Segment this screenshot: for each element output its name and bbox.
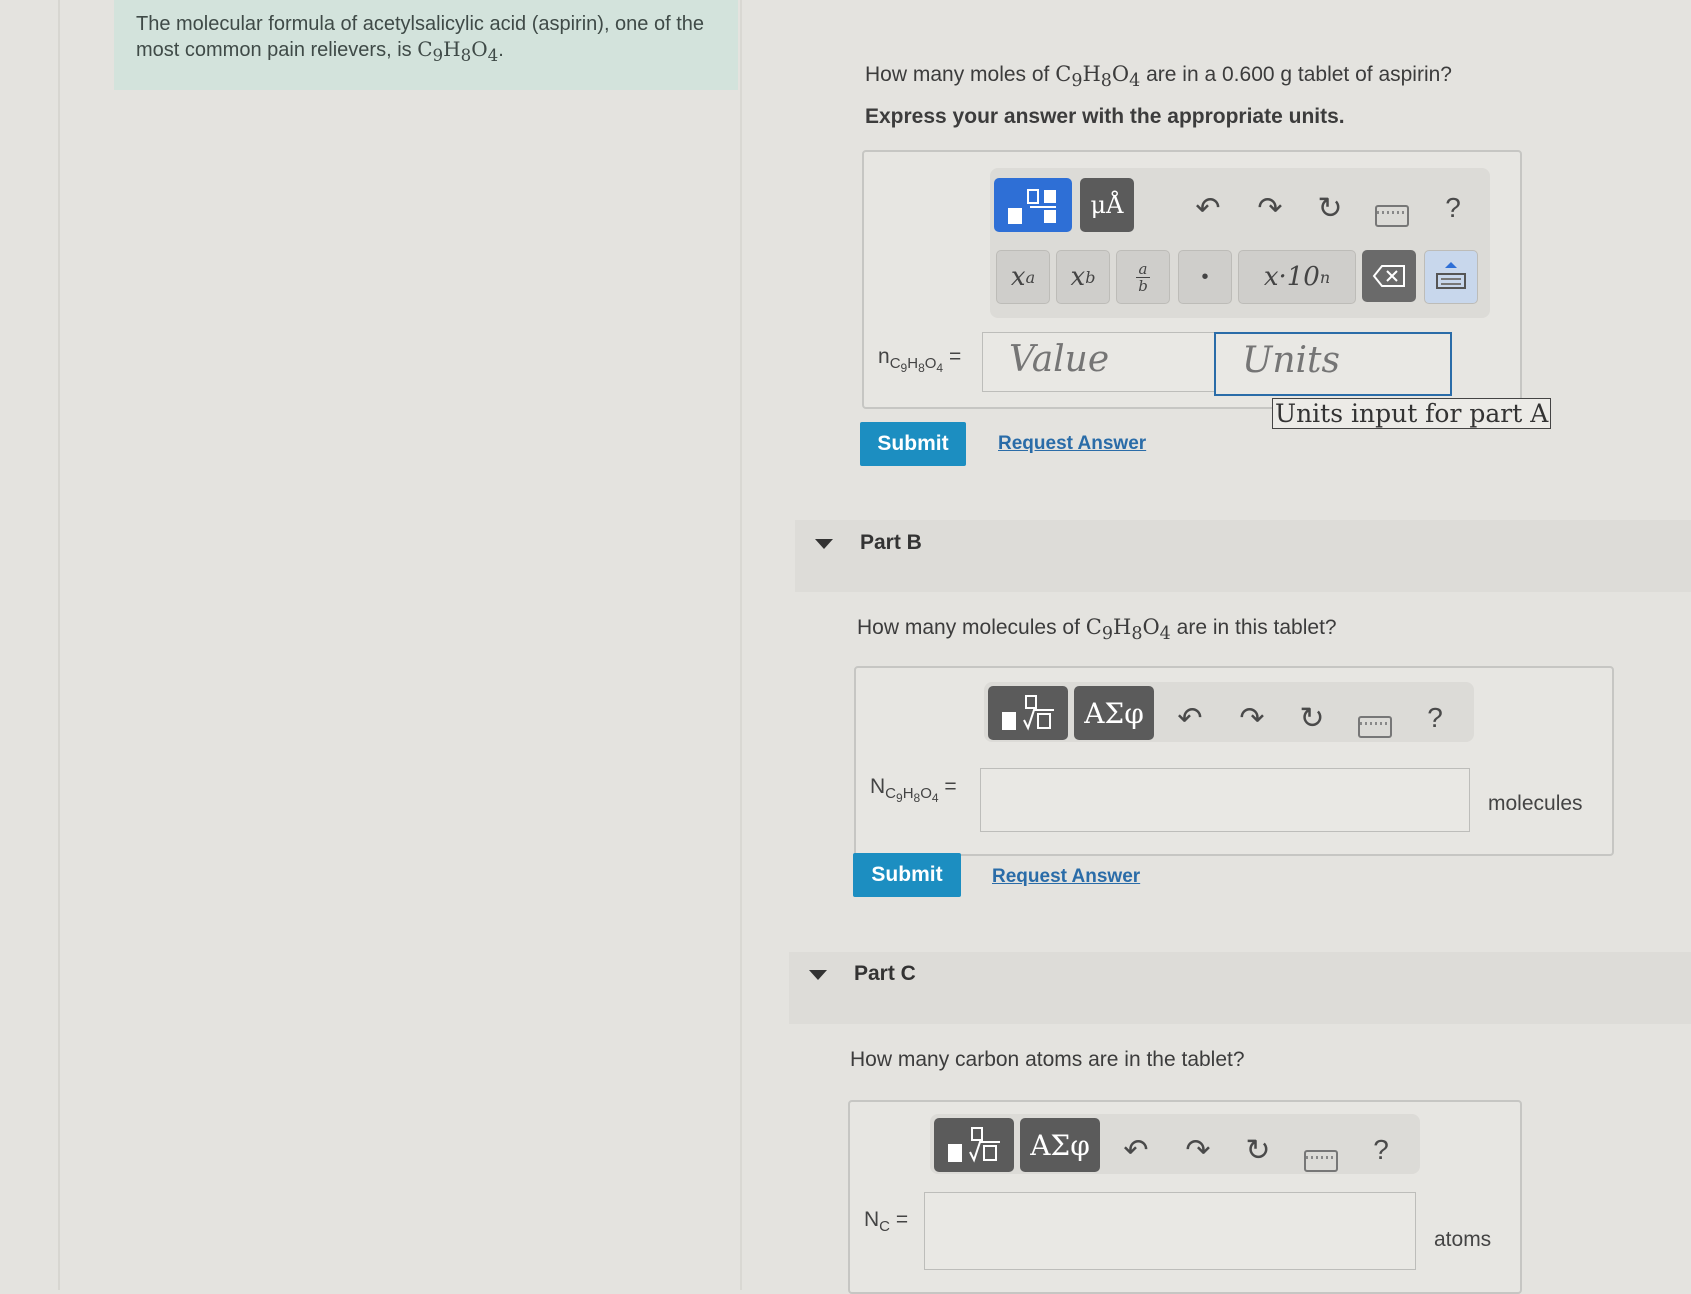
part-b-unit-label: molecules <box>1488 792 1583 815</box>
superscript-button[interactable]: xa <box>996 250 1050 304</box>
part-b-collapse-caret[interactable] <box>815 539 833 549</box>
part-c-redo-icon[interactable]: ↷ <box>1180 1132 1216 1168</box>
scientific-notation-button[interactable]: x·10 n <box>1238 250 1356 304</box>
part-c-unit-label: atoms <box>1434 1228 1492 1251</box>
undo-icon[interactable]: ↶ <box>1190 190 1226 226</box>
part-a-question: How many moles of C9H8O4 are in a 0.600 … <box>865 62 1452 91</box>
part-a-question-post: are in a 0.600 g tablet of aspirin? <box>1140 63 1452 86</box>
value-placeholder: Value <box>1009 339 1110 380</box>
units-button-label: μÅ <box>1090 191 1124 219</box>
part-b-formula: C9H8O4 <box>1085 615 1171 645</box>
part-b-submit-button[interactable]: Submit <box>853 853 961 897</box>
part-b-request-answer-link[interactable]: Request Answer <box>992 866 1140 888</box>
part-a-submit-button[interactable]: Submit <box>860 422 966 466</box>
units-button[interactable]: μÅ <box>1080 178 1134 232</box>
part-c-help-label: ? <box>1373 1134 1389 1165</box>
units-tooltip: Units input for part A <box>1272 398 1552 429</box>
units-placeholder: Units <box>1242 340 1340 381</box>
part-b-question-pre: How many molecules of <box>857 616 1086 639</box>
redo-icon[interactable]: ↷ <box>1252 190 1288 226</box>
part-a-question-pre: How many moles of <box>865 63 1056 86</box>
intro-period: . <box>498 39 504 61</box>
intro-formula: C9H8O4 <box>417 37 499 65</box>
part-c-undo-icon[interactable]: ↶ <box>1118 1132 1154 1168</box>
part-b-redo-icon[interactable]: ↷ <box>1234 700 1270 736</box>
part-a-formula: C9H8O4 <box>1055 62 1141 92</box>
subscript-button[interactable]: xb <box>1056 250 1110 304</box>
part-b-reset-icon[interactable]: ↻ <box>1294 700 1330 736</box>
help-label: ? <box>1445 192 1461 223</box>
help-icon[interactable]: ? <box>1438 190 1468 226</box>
part-c-templates-button[interactable] <box>934 1118 1014 1172</box>
part-b-help-label: ? <box>1427 702 1443 733</box>
keyboard-icon[interactable] <box>1375 205 1409 227</box>
templates-button[interactable] <box>994 178 1072 232</box>
math-templates-icon <box>1002 695 1054 731</box>
dot-button[interactable]: • <box>1178 250 1232 304</box>
part-c-question: How many carbon atoms are in the tablet? <box>850 1048 1245 1071</box>
part-b-help-icon[interactable]: ? <box>1420 700 1450 736</box>
part-a-instruction: Express your answer with the appropriate… <box>865 105 1345 128</box>
part-b-greek-button[interactable]: ΑΣφ <box>1074 686 1154 740</box>
units-input[interactable]: Units <box>1214 332 1452 396</box>
dot-label: • <box>1201 265 1209 288</box>
part-a-variable-label: nC9H8O4 = <box>878 345 962 376</box>
part-c-greek-label: ΑΣφ <box>1030 1128 1090 1162</box>
part-a-request-answer-link[interactable]: Request Answer <box>998 433 1146 455</box>
part-b-undo-icon[interactable]: ↶ <box>1172 700 1208 736</box>
part-c-answer-input[interactable] <box>924 1192 1416 1270</box>
part-b-greek-label: ΑΣφ <box>1084 696 1144 730</box>
part-b-answer-input[interactable] <box>980 768 1470 832</box>
templates-icon <box>1008 189 1056 224</box>
part-c-variable-label: NC = <box>864 1208 909 1236</box>
keyboard-up-icon <box>1436 262 1466 289</box>
part-b-header[interactable]: Part B <box>860 531 922 555</box>
backspace-button[interactable] <box>1362 250 1416 302</box>
part-c-reset-icon[interactable]: ↻ <box>1240 1132 1276 1168</box>
part-b-header-band <box>795 520 1691 592</box>
column-divider <box>740 0 742 1290</box>
part-c-help-icon[interactable]: ? <box>1366 1132 1396 1168</box>
part-b-keyboard-icon[interactable] <box>1358 716 1392 738</box>
intro-panel: The molecular formula of acetylsalicylic… <box>114 0 738 90</box>
keyboard-toggle-button[interactable] <box>1424 250 1478 304</box>
part-b-question: How many molecules of C9H8O4 are in this… <box>857 615 1337 644</box>
fraction-button[interactable]: ab <box>1116 250 1170 304</box>
part-c-header-band <box>789 952 1691 1024</box>
part-c-math-templates-icon <box>948 1127 1000 1163</box>
part-c-greek-button[interactable]: ΑΣφ <box>1020 1118 1100 1172</box>
part-c-header[interactable]: Part C <box>854 962 916 986</box>
part-b-templates-button[interactable] <box>988 686 1068 740</box>
reset-icon[interactable]: ↻ <box>1312 190 1348 226</box>
backspace-icon <box>1372 265 1405 287</box>
part-c-collapse-caret[interactable] <box>809 970 827 980</box>
part-b-question-post: are in this tablet? <box>1170 616 1337 639</box>
value-input[interactable]: Value <box>982 332 1216 392</box>
part-b-variable-label: NC9H8O4 = <box>870 775 957 806</box>
part-c-keyboard-icon[interactable] <box>1304 1150 1338 1172</box>
left-margin-rule <box>58 0 60 1290</box>
